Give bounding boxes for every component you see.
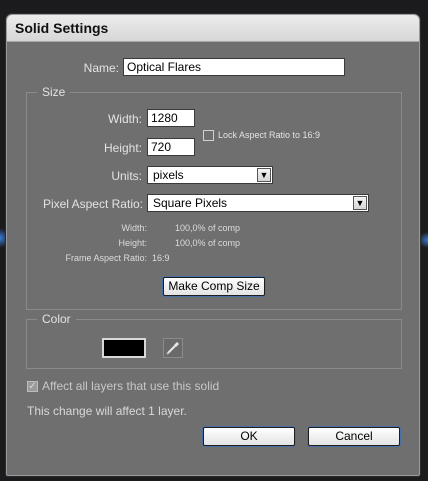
width-label: Width: bbox=[107, 112, 142, 126]
eyedropper-button[interactable] bbox=[163, 338, 183, 358]
pixel-aspect-ratio-value: Square Pixels bbox=[153, 196, 228, 210]
color-swatch[interactable] bbox=[102, 338, 146, 358]
info-frame-aspect-label: Frame Aspect Ratio: bbox=[65, 253, 147, 263]
title-bar[interactable]: Solid Settings bbox=[7, 15, 419, 42]
chevron-down-icon: ▼ bbox=[353, 196, 367, 210]
color-group: Color bbox=[26, 312, 402, 369]
info-height-value: 100,0% of comp bbox=[175, 238, 241, 248]
cancel-button[interactable]: Cancel bbox=[308, 427, 400, 446]
solid-settings-dialog: Solid Settings Name: Optical Flares Size… bbox=[6, 14, 420, 476]
units-label: Units: bbox=[111, 169, 142, 183]
pixel-aspect-ratio-label: Pixel Aspect Ratio: bbox=[42, 197, 143, 211]
size-group: Size Width: 1280 Height: 720 Lock Aspect… bbox=[26, 85, 402, 310]
height-input[interactable]: 720 bbox=[147, 138, 195, 156]
affect-all-layers-label: Affect all layers that use this solid bbox=[42, 379, 220, 393]
color-group-label: Color bbox=[37, 312, 76, 326]
size-group-label: Size bbox=[37, 85, 71, 99]
info-height-label: Height: bbox=[118, 238, 147, 248]
dialog-title: Solid Settings bbox=[15, 20, 109, 36]
make-comp-size-button[interactable]: Make Comp Size bbox=[163, 277, 265, 296]
units-select-value: pixels bbox=[153, 168, 184, 182]
chevron-down-icon: ▼ bbox=[257, 168, 271, 182]
ok-button[interactable]: OK bbox=[203, 427, 295, 446]
eyedropper-icon bbox=[166, 342, 179, 355]
units-select[interactable]: pixels ▼ bbox=[147, 166, 273, 184]
info-width-value: 100,0% of comp bbox=[175, 223, 241, 233]
affect-note: This change will affect 1 layer. bbox=[27, 404, 187, 418]
lock-aspect-label: Lock Aspect Ratio to 16:9 bbox=[218, 130, 321, 140]
height-label: Height: bbox=[103, 141, 142, 155]
affect-all-layers-checkbox[interactable]: ✓ bbox=[27, 381, 38, 392]
name-input[interactable]: Optical Flares bbox=[123, 58, 345, 76]
dialog-content: Name: Optical Flares Size Width: 1280 He… bbox=[7, 42, 419, 475]
info-width-label: Width: bbox=[121, 223, 147, 233]
lock-aspect-checkbox[interactable] bbox=[203, 130, 214, 141]
info-frame-aspect-value: 16:9 bbox=[152, 253, 170, 263]
name-label: Name: bbox=[83, 61, 119, 75]
width-input[interactable]: 1280 bbox=[147, 109, 195, 127]
pixel-aspect-ratio-select[interactable]: Square Pixels ▼ bbox=[147, 194, 369, 212]
